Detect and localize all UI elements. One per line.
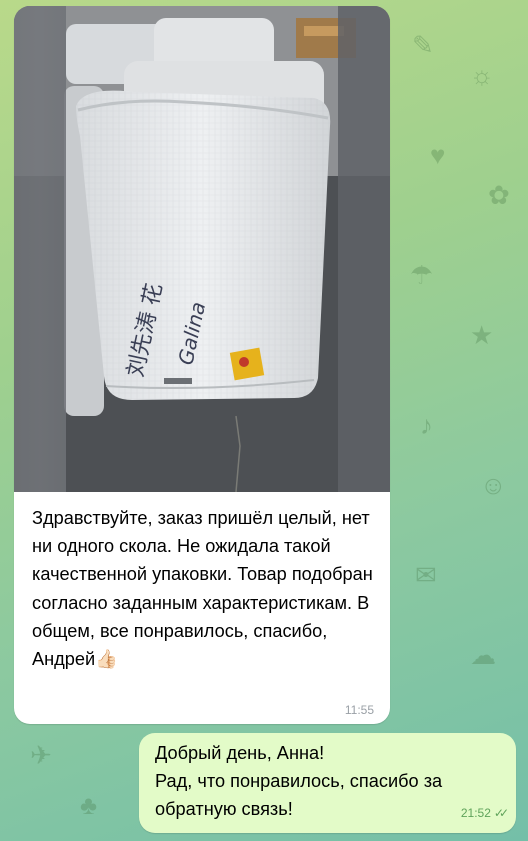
outgoing-message[interactable]: Добрый день, Анна! Рад, что понравилось,… [139, 733, 516, 833]
incoming-message-time: 11:55 [344, 703, 374, 717]
doodle-icon: ★ [470, 320, 494, 350]
doodle-icon: ☂ [410, 260, 434, 290]
outgoing-message-text: Добрый день, Анна! Рад, что понравилось,… [155, 743, 443, 820]
doodle-icon: ✉ [415, 560, 437, 590]
doodle-icon: ☁ [470, 640, 496, 670]
doodle-icon: ☺ [480, 470, 507, 500]
doodle-icon: ♣ [80, 790, 98, 820]
doodle-icon: ☼ [470, 60, 494, 90]
thumbs-up-emoji: 👍🏻 [95, 649, 118, 670]
outgoing-message-meta: 21:52 ✓✓ [460, 806, 509, 820]
doodle-icon: ♥ [430, 140, 446, 170]
doodle-icon: ✎ [412, 30, 434, 60]
doodle-icon: ✿ [488, 180, 510, 210]
double-check-icon: ✓✓ [493, 806, 509, 820]
incoming-message[interactable]: 刘先涛 花 Galina Здравствуйте, заказ пришёл … [14, 6, 390, 724]
photo-image: 刘先涛 花 Galina [14, 6, 390, 492]
incoming-message-text: Здравствуйте, заказ пришёл целый, нет ни… [32, 508, 373, 670]
doodle-icon: ♪ [420, 410, 433, 440]
outgoing-message-time: 21:52 [460, 806, 491, 820]
doodle-icon: ✈ [30, 740, 52, 770]
message-photo[interactable]: 刘先涛 花 Galina [14, 6, 390, 492]
